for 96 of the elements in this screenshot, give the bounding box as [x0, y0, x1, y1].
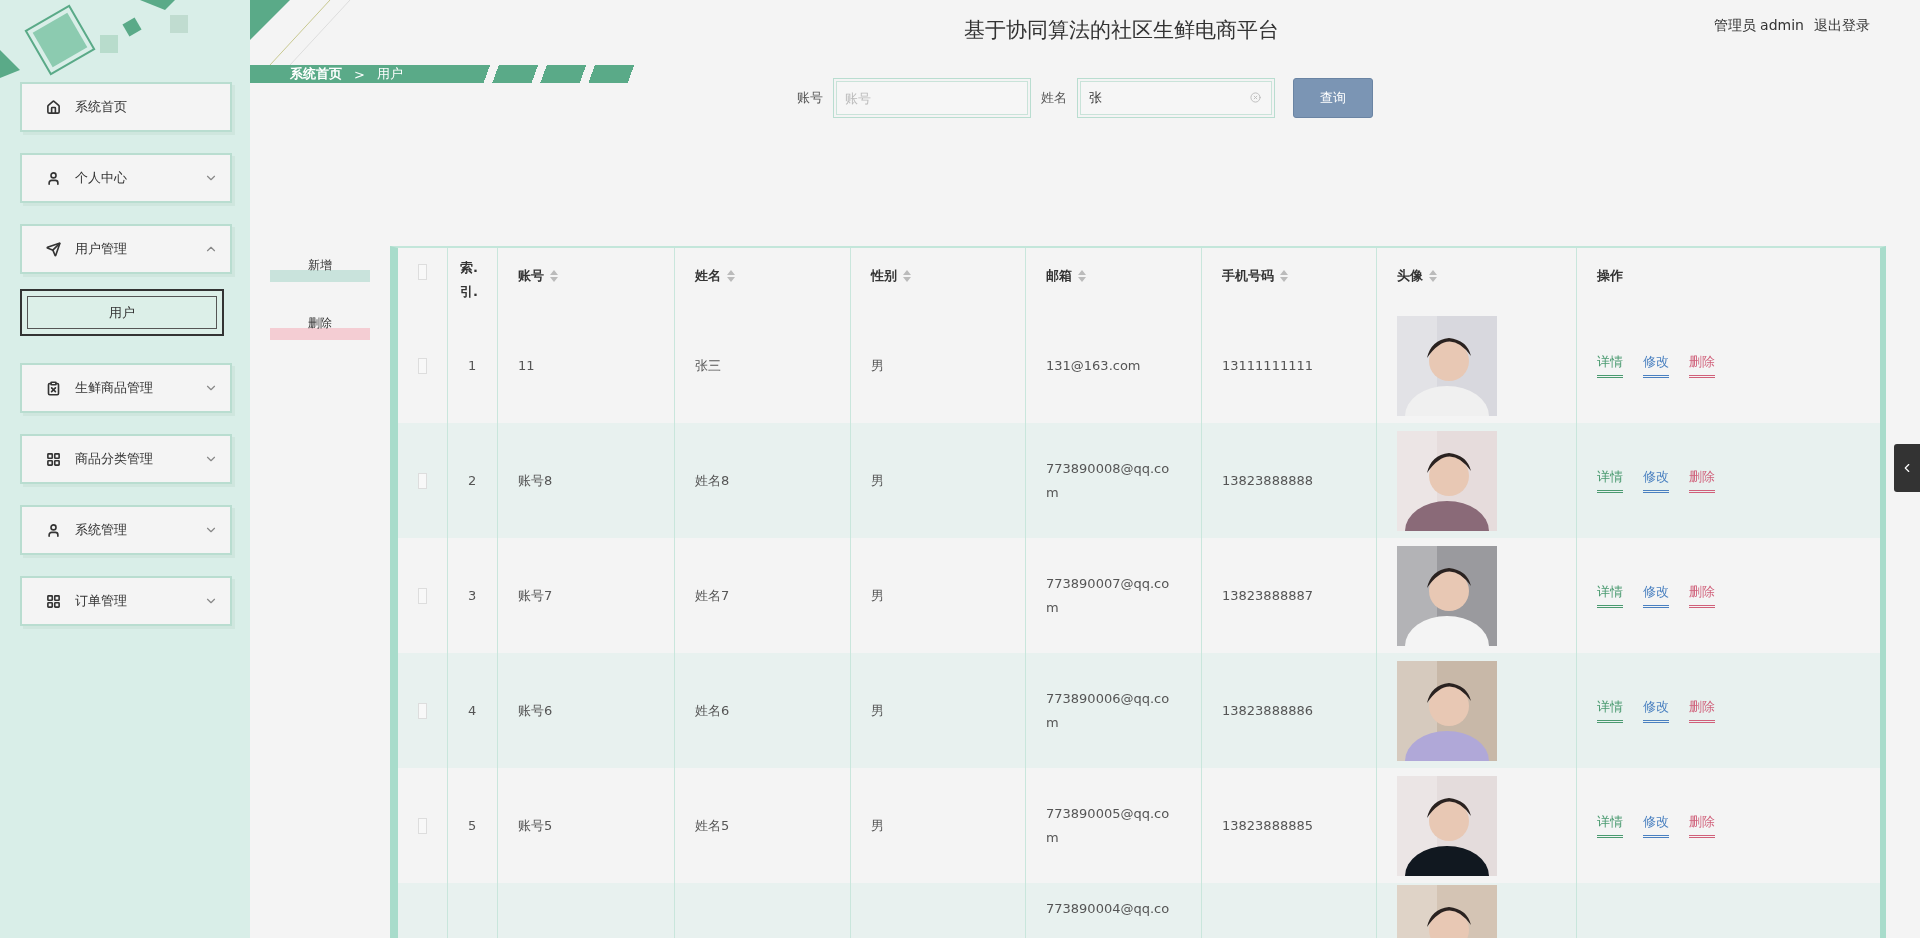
table-cell-text: 11: [518, 356, 535, 375]
table-cell-text: 姓名7: [695, 586, 730, 605]
table-cell-text: 13111111111: [1222, 356, 1313, 375]
checkbox[interactable]: [418, 817, 427, 834]
checkbox[interactable]: [418, 264, 427, 280]
table-cell-text: 773890005@qq.com: [1046, 804, 1171, 847]
detail-link[interactable]: 详情: [1597, 813, 1623, 838]
column-header: 索.引.: [460, 259, 479, 301]
delete-link[interactable]: 删除: [1689, 468, 1715, 493]
table-cell-text: 5: [468, 816, 477, 835]
table-cell-text: 13823888885: [1222, 816, 1313, 835]
logout-link[interactable]: 退出登录: [1814, 16, 1870, 35]
delete-link[interactable]: 删除: [1689, 583, 1715, 608]
sort-icon[interactable]: [727, 270, 735, 282]
column-header: 邮箱: [1046, 267, 1072, 285]
table-cell-text: 131@163.com: [1046, 356, 1141, 375]
search-field[interactable]: 张: [1080, 81, 1272, 115]
table-cell-text: 男: [871, 471, 884, 490]
delete-button[interactable]: 删除: [270, 314, 370, 340]
breadcrumb-link[interactable]: 系统首页: [290, 65, 342, 83]
sidebar-item[interactable]: 用户管理: [20, 224, 232, 274]
home-icon: [46, 99, 61, 115]
column-header: 操作: [1597, 267, 1623, 285]
sort-icon[interactable]: [1078, 270, 1086, 282]
sort-icon[interactable]: [1280, 270, 1288, 282]
table-cell-text: 姓名5: [695, 816, 730, 835]
column-header: 姓名: [695, 267, 721, 285]
sort-icon[interactable]: [903, 270, 911, 282]
detail-link[interactable]: 详情: [1597, 583, 1623, 608]
sort-icon[interactable]: [1429, 270, 1437, 282]
breadcrumb-link[interactable]: 用户: [376, 65, 403, 83]
page-title: 基于协同算法的社区生鲜电商平台: [963, 16, 1281, 44]
table-cell-text: 3: [468, 586, 477, 605]
edit-link[interactable]: 修改: [1643, 698, 1669, 723]
table-cell-text: 姓名8: [695, 471, 730, 490]
table-cell-text: 账号8: [518, 471, 553, 490]
send-icon: [46, 241, 61, 257]
table-cell-text: 姓名6: [695, 701, 730, 720]
checkbox[interactable]: [418, 472, 427, 489]
table-cell-text: 773890006@qq.com: [1046, 689, 1171, 732]
table-cell-text: 4: [468, 701, 477, 720]
sidebar-item[interactable]: 订单管理: [20, 576, 232, 626]
edit-link[interactable]: 修改: [1643, 813, 1669, 838]
delete-link[interactable]: 删除: [1689, 353, 1715, 378]
edit-link[interactable]: 修改: [1643, 583, 1669, 608]
table-cell-text: 773890004@qq.co: [1046, 900, 1170, 918]
detail-link[interactable]: 详情: [1597, 468, 1623, 493]
user-icon: [46, 170, 61, 186]
user-icon: [46, 522, 61, 538]
clear-icon[interactable]: [1250, 92, 1261, 103]
table-cell-text: 男: [871, 356, 884, 375]
checkbox[interactable]: [418, 357, 427, 374]
table-cell-text: 2: [468, 471, 477, 490]
delete-link[interactable]: 删除: [1689, 698, 1715, 723]
grid-icon: [46, 593, 61, 609]
checkbox[interactable]: [418, 587, 427, 604]
sidebar-item[interactable]: 生鲜商品管理: [20, 363, 232, 413]
table-cell-text: 773890007@qq.com: [1046, 574, 1171, 617]
checkbox[interactable]: [418, 702, 427, 719]
sidebar-subitem[interactable]: 用户: [20, 289, 224, 336]
sidebar-item[interactable]: 商品分类管理: [20, 434, 232, 484]
sort-icon[interactable]: [550, 270, 558, 282]
table-cell-text: 男: [871, 816, 884, 835]
search-button[interactable]: 查询: [1293, 78, 1373, 118]
clipboard-icon: [46, 380, 61, 396]
table-cell-text: 13823888886: [1222, 701, 1313, 720]
sidebar-item[interactable]: 个人中心: [20, 153, 232, 203]
table-cell-text: 13823888888: [1222, 471, 1313, 490]
table-cell-text: 773890008@qq.com: [1046, 459, 1171, 502]
table-cell-text: 账号7: [518, 586, 553, 605]
field-label: 账号: [797, 89, 823, 107]
search-field[interactable]: 账号: [836, 81, 1028, 115]
user-label: 管理员 admin: [1713, 16, 1804, 35]
table-cell-text: 账号6: [518, 701, 553, 720]
column-header: 手机号码: [1222, 267, 1274, 285]
table-cell-text: 男: [871, 701, 884, 720]
grid-icon: [46, 451, 61, 467]
detail-link[interactable]: 详情: [1597, 698, 1623, 723]
sidebar-item[interactable]: 系统管理: [20, 505, 232, 555]
edit-link[interactable]: 修改: [1643, 353, 1669, 378]
table-cell-text: 13823888887: [1222, 586, 1313, 605]
breadcrumb-separator: >: [354, 66, 365, 82]
table-cell-text: 1: [468, 356, 477, 375]
table-cell-text: 张三: [695, 356, 721, 375]
table-cell-text: 男: [871, 586, 884, 605]
collapse-tab[interactable]: [1894, 444, 1920, 492]
column-header: 账号: [518, 267, 544, 285]
delete-link[interactable]: 删除: [1689, 813, 1715, 838]
column-header: 头像: [1397, 267, 1423, 285]
edit-link[interactable]: 修改: [1643, 468, 1669, 493]
column-header: 性别: [871, 267, 897, 285]
field-label: 姓名: [1041, 89, 1067, 107]
add-button[interactable]: 新增: [270, 256, 370, 282]
detail-link[interactable]: 详情: [1597, 353, 1623, 378]
table-cell-text: 账号5: [518, 816, 553, 835]
sidebar-item[interactable]: 系统首页: [20, 82, 232, 132]
